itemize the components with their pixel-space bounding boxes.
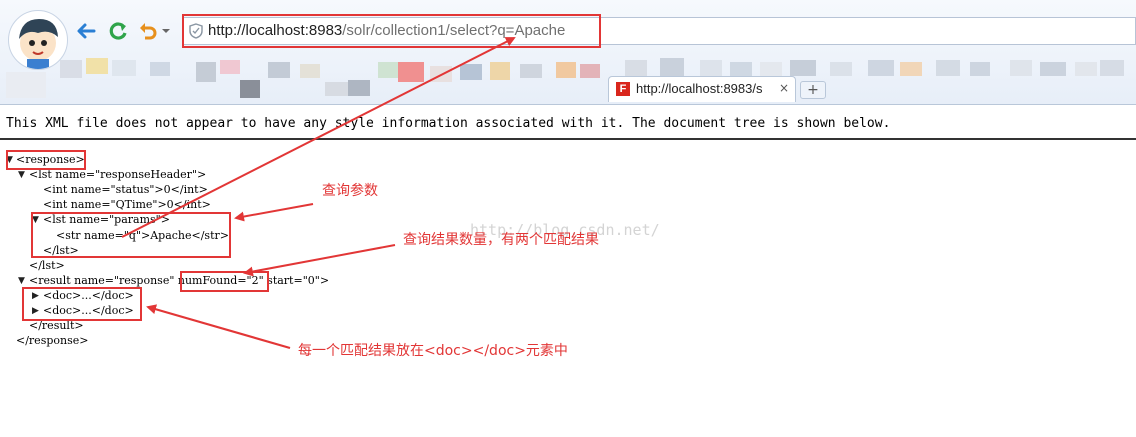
annotation-arrows [121, 37, 516, 350]
annotation-query-params: 查询参数 [322, 183, 378, 199]
annotation-result-count: 查询结果数量，有两个匹配结果 [403, 232, 599, 248]
annotation-each-result: 每一个匹配结果放在<doc></doc>元素中 [298, 343, 568, 359]
